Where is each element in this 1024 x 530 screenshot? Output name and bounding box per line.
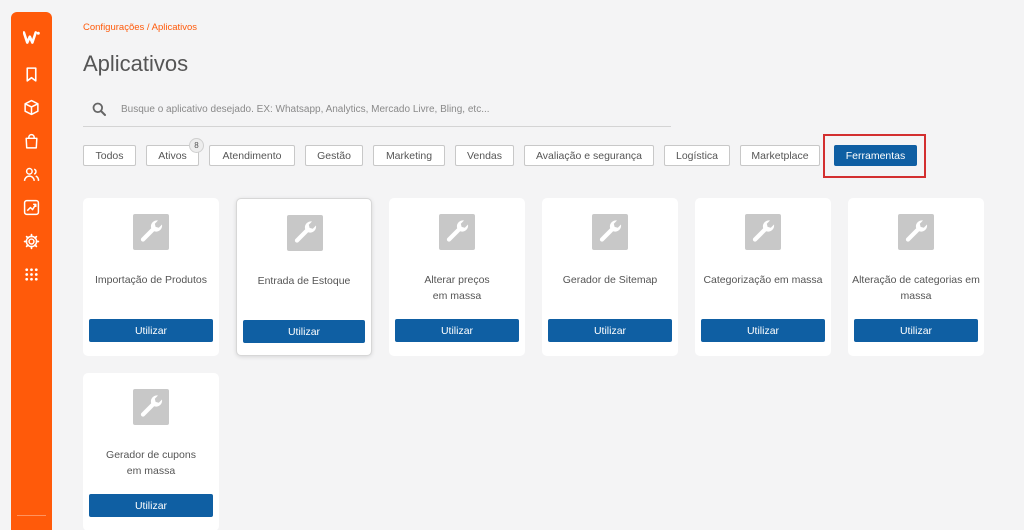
page-title: Aplicativos bbox=[83, 51, 189, 76]
app-card-title: Importação de Produtos bbox=[94, 274, 208, 286]
utilizar-button[interactable]: Utilizar bbox=[89, 494, 213, 517]
search-bar bbox=[83, 92, 671, 127]
wrench-icon bbox=[439, 214, 475, 250]
app-card-categorizacao-massa[interactable]: Categorização em massa Utilizar bbox=[695, 198, 831, 356]
sidebar bbox=[11, 12, 52, 530]
filter-marketplace[interactable]: Marketplace bbox=[740, 145, 820, 166]
wrench-icon bbox=[133, 214, 169, 250]
app-card-title: Categorização em massa bbox=[703, 274, 823, 286]
users-icon[interactable] bbox=[23, 166, 40, 183]
sidebar-divider bbox=[17, 515, 46, 516]
filter-logistica[interactable]: Logística bbox=[664, 145, 730, 166]
wrench-icon bbox=[133, 389, 169, 425]
search-input[interactable] bbox=[121, 98, 661, 120]
utilizar-button[interactable]: Utilizar bbox=[548, 319, 672, 342]
utilizar-button[interactable]: Utilizar bbox=[395, 319, 519, 342]
highlight-annotation bbox=[823, 134, 926, 178]
logo-w-icon[interactable] bbox=[23, 29, 40, 46]
box-icon[interactable] bbox=[23, 99, 40, 116]
filter-avaliacao-seguranca[interactable]: Avaliação e segurança bbox=[524, 145, 654, 166]
app-card-title: Entrada de Estoque bbox=[257, 275, 351, 287]
chart-trending-icon[interactable] bbox=[23, 199, 40, 216]
utilizar-button[interactable]: Utilizar bbox=[854, 319, 978, 342]
app-card-title: Alteração de categorias em massa bbox=[852, 274, 980, 302]
app-card-gerador-sitemap[interactable]: Gerador de Sitemap Utilizar bbox=[542, 198, 678, 356]
utilizar-button[interactable]: Utilizar bbox=[243, 320, 365, 343]
wrench-icon bbox=[287, 215, 323, 251]
app-card-entrada-estoque[interactable]: Entrada de Estoque Utilizar bbox=[236, 198, 372, 356]
apps-grid-icon[interactable] bbox=[23, 266, 40, 283]
bookmark-icon[interactable] bbox=[23, 66, 40, 83]
filter-marketing[interactable]: Marketing bbox=[373, 145, 445, 166]
wrench-icon bbox=[745, 214, 781, 250]
filter-vendas[interactable]: Vendas bbox=[455, 145, 514, 166]
active-count-badge: 8 bbox=[189, 138, 204, 153]
breadcrumb[interactable]: Configurações / Aplicativos bbox=[83, 22, 197, 33]
search-icon bbox=[92, 102, 106, 116]
app-card-gerador-cupons[interactable]: Gerador de cupons em massa Utilizar bbox=[83, 373, 219, 530]
app-card-alteracao-categorias[interactable]: Alteração de categorias em massa Utiliza… bbox=[848, 198, 984, 356]
app-card-title: Gerador de Sitemap bbox=[562, 274, 658, 286]
shopping-bag-icon[interactable] bbox=[23, 133, 40, 150]
filter-atendimento[interactable]: Atendimento bbox=[209, 145, 295, 166]
filter-gestao[interactable]: Gestão bbox=[305, 145, 363, 166]
utilizar-button[interactable]: Utilizar bbox=[701, 319, 825, 342]
wrench-icon bbox=[898, 214, 934, 250]
utilizar-button[interactable]: Utilizar bbox=[89, 319, 213, 342]
app-card-title: Alterar preços em massa bbox=[424, 274, 490, 302]
filter-todos[interactable]: Todos bbox=[83, 145, 136, 166]
app-card-title: Gerador de cupons em massa bbox=[106, 449, 196, 477]
wrench-icon bbox=[592, 214, 628, 250]
gear-icon[interactable] bbox=[23, 233, 40, 250]
app-card-alterar-precos[interactable]: Alterar preços em massa Utilizar bbox=[389, 198, 525, 356]
app-card-importacao-produtos[interactable]: Importação de Produtos Utilizar bbox=[83, 198, 219, 356]
